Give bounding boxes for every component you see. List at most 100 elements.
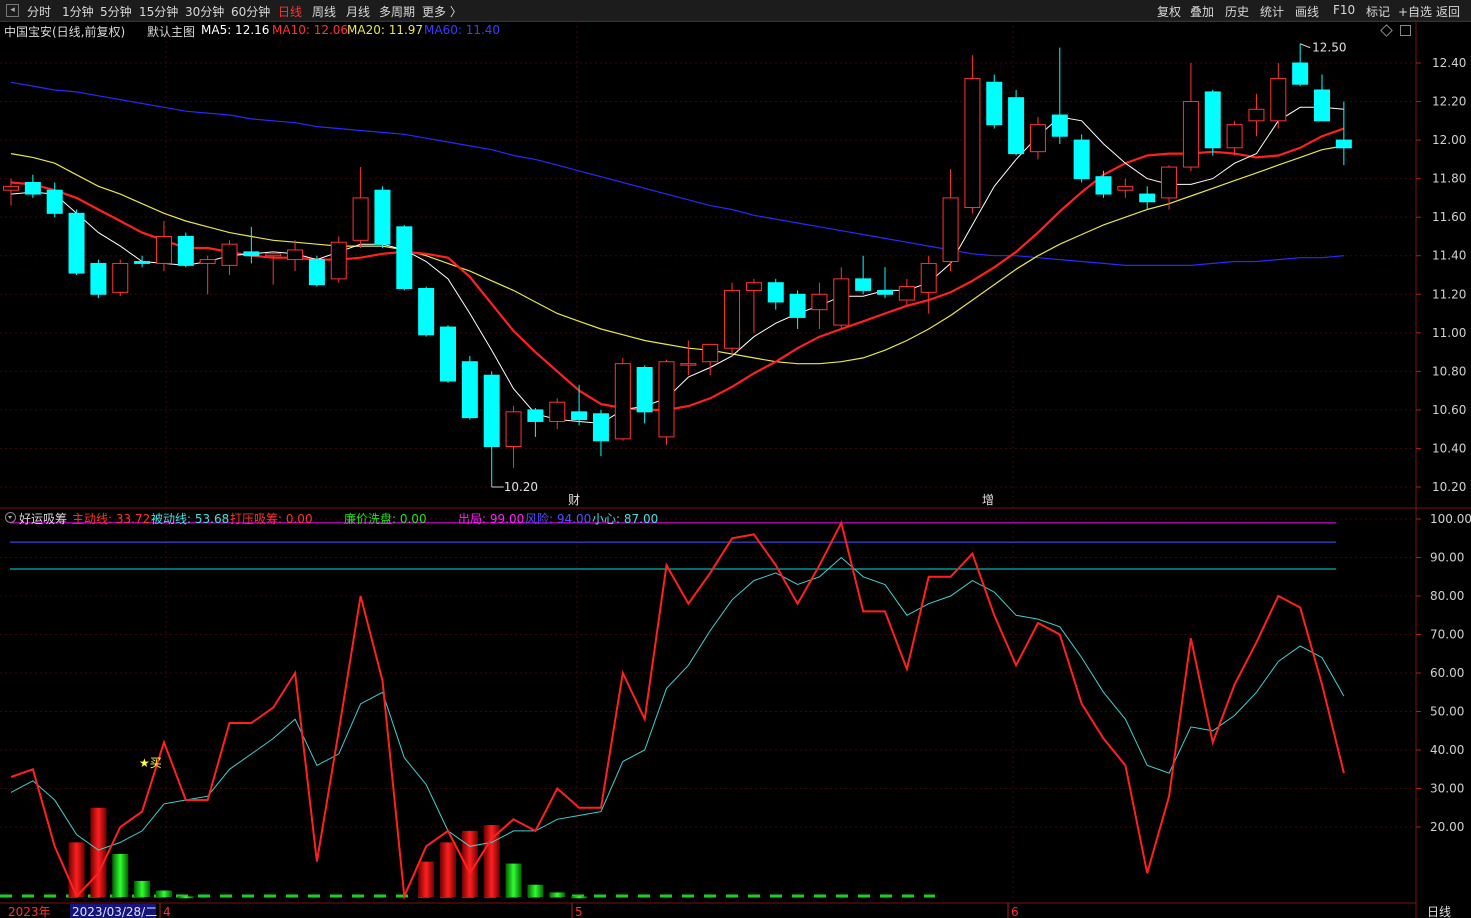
candle-up xyxy=(287,249,304,261)
high-label: 12.50 xyxy=(1312,41,1346,55)
event-marker-cai: 财 xyxy=(568,493,580,507)
ma60-readout: MA60: 11.40 xyxy=(424,23,501,37)
candle-up xyxy=(1226,124,1243,149)
candle-up xyxy=(724,289,741,349)
ma5-readout: MA5: 12.16 xyxy=(201,23,270,37)
zhudong-readout: 主动线: 33.72 xyxy=(72,512,151,526)
candle-down xyxy=(527,409,544,422)
xiaoxin-readout: 小心: 87.00 xyxy=(592,512,659,526)
candle-down xyxy=(396,226,413,289)
candle-down xyxy=(1008,97,1025,155)
chuju-readout: 出局: 99.00 xyxy=(458,512,525,526)
indicator-tick-label: 30.00 xyxy=(1430,782,1464,796)
price-tick-label: 11.00 xyxy=(1432,326,1466,340)
candle-up xyxy=(614,363,631,440)
candle-up xyxy=(680,363,697,366)
low-label: 10.20 xyxy=(504,480,538,494)
candle-up xyxy=(549,401,566,422)
candle-down xyxy=(1051,114,1068,137)
indicator-tick-label: 70.00 xyxy=(1430,628,1464,642)
period-label: 日线 xyxy=(1427,905,1451,918)
indicator-tick-label: 20.00 xyxy=(1430,820,1464,834)
time-label-month: 4 xyxy=(163,905,171,918)
candle-up xyxy=(352,197,369,241)
ma60-line xyxy=(10,81,1344,266)
candle-up xyxy=(811,293,828,311)
candle-up xyxy=(1161,166,1178,199)
indicator-tick-label: 40.00 xyxy=(1430,743,1464,757)
candle-down xyxy=(1314,89,1330,122)
candle-down xyxy=(1073,139,1090,180)
candle-up xyxy=(3,185,19,191)
beidong-readout: 被动线: 53.68 xyxy=(151,512,230,526)
price-tick-label: 10.60 xyxy=(1432,403,1466,417)
candle-down xyxy=(767,282,784,303)
candle-down xyxy=(1139,193,1156,203)
candle-up xyxy=(330,241,347,280)
ma20-readout: MA20: 11.97 xyxy=(347,23,424,37)
candle-down xyxy=(592,413,609,442)
candle-down xyxy=(855,278,872,291)
candle-up xyxy=(1117,185,1134,191)
stock-title: 中国宝安(日线,前复权) xyxy=(4,25,126,39)
indicator-bar-red xyxy=(440,842,456,897)
candle-down xyxy=(1095,176,1112,195)
indicator-bar-green xyxy=(549,892,566,897)
candle-up xyxy=(265,253,282,257)
candle-down xyxy=(46,189,63,214)
candle-up xyxy=(1248,108,1265,122)
indicator-bar-green xyxy=(177,896,194,899)
indicator-name[interactable]: 好运吸筹 xyxy=(19,510,67,527)
candle-down xyxy=(440,326,456,382)
candle-down xyxy=(571,411,588,421)
lianjia-readout: 廉价洗盘: 0.00 xyxy=(344,512,427,526)
indicator-tick-label: 50.00 xyxy=(1430,705,1464,719)
candle-down xyxy=(1335,139,1352,149)
price-tick-label: 10.20 xyxy=(1432,480,1466,494)
time-label-month: 5 xyxy=(575,905,583,918)
candle-down xyxy=(789,293,806,318)
candle-up xyxy=(833,278,850,326)
indicator-tick-label: 60.00 xyxy=(1430,666,1464,680)
price-tick-label: 11.20 xyxy=(1432,287,1466,301)
time-label-month: 6 xyxy=(1011,905,1019,918)
candle-down xyxy=(134,261,151,264)
indicator-menu-icon[interactable] xyxy=(5,512,16,523)
candle-down xyxy=(1204,91,1221,149)
price-tick-label: 11.40 xyxy=(1432,249,1466,263)
candle-down xyxy=(461,361,478,419)
template-name[interactable]: 默认主图 xyxy=(147,23,195,40)
zhudong-line xyxy=(10,519,1345,901)
fengxian-readout: 风险: 94.00 xyxy=(525,512,592,526)
window-icon[interactable] xyxy=(1400,25,1411,36)
indicator-bar-green xyxy=(134,880,151,897)
candle-up xyxy=(658,361,675,438)
candle-down xyxy=(24,181,41,195)
candle-down xyxy=(483,374,500,448)
indicator-bar-green xyxy=(527,884,544,897)
candle-down xyxy=(243,251,260,257)
candle-up xyxy=(505,411,522,448)
candle-down xyxy=(374,189,391,245)
candle-up xyxy=(964,77,981,209)
beidong-line xyxy=(10,556,1345,851)
price-tick-label: 10.40 xyxy=(1432,441,1466,455)
indicator-bar-red xyxy=(483,825,500,897)
chart-canvas[interactable]: 12.40 12.20 12.00 11.80 11.60 11.40 11.20 11.00… xyxy=(0,0,1471,918)
indicator-bar-green xyxy=(505,863,522,897)
price-tick-label: 12.40 xyxy=(1432,56,1466,70)
indicator-tick-label: 80.00 xyxy=(1430,589,1464,603)
candle-up xyxy=(1270,77,1287,122)
candle-down xyxy=(1292,62,1309,85)
price-tick-label: 11.80 xyxy=(1432,172,1466,186)
candle-down xyxy=(877,289,893,295)
indicator-bar-red xyxy=(68,842,85,897)
indicator-bar-green xyxy=(112,853,129,897)
candle-down xyxy=(90,262,107,295)
candle-down xyxy=(986,81,1003,126)
candle-up xyxy=(155,235,172,264)
indicator-tick-label: 90.00 xyxy=(1430,551,1464,565)
candle-down xyxy=(308,259,325,286)
candle-up xyxy=(199,259,216,264)
high-marker xyxy=(1299,43,1311,49)
